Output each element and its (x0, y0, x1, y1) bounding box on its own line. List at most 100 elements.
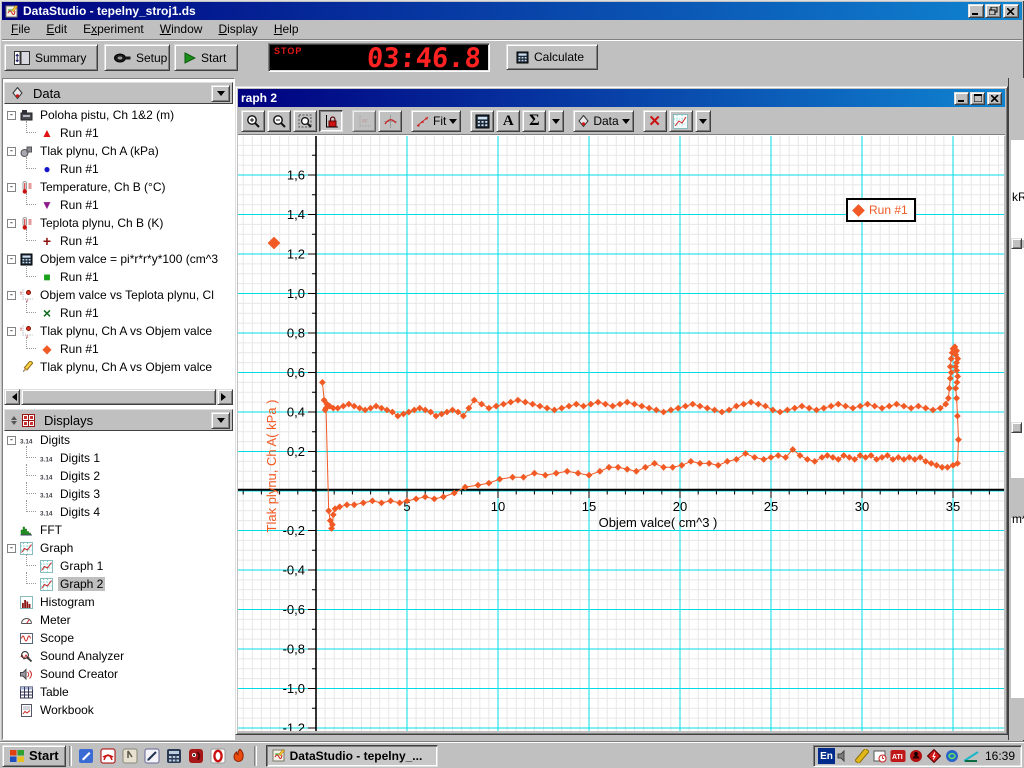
calculate-button[interactable]: Calculate (506, 44, 598, 70)
volume-tray-icon[interactable] (836, 748, 853, 765)
display-item[interactable]: - Graph (4, 539, 233, 557)
calculator-quicklaunch-icon[interactable] (164, 746, 184, 766)
zoom-in-button[interactable] (241, 110, 265, 132)
graph-window-title-bar[interactable]: raph 2 (238, 89, 1005, 107)
smart-tool-button[interactable] (378, 110, 402, 132)
tree-expander[interactable]: - (7, 147, 16, 156)
menu-edit[interactable]: Edit (38, 20, 75, 39)
data-source-item[interactable]: - Temperature, Ch B (°C) (4, 178, 233, 196)
tree-expander[interactable]: - (7, 219, 16, 228)
ink-pen-quicklaunch-icon[interactable] (142, 746, 162, 766)
tree-run-item[interactable]: ▲ Run #1 (4, 124, 233, 142)
scale-lock-button[interactable] (319, 110, 343, 132)
display-item[interactable]: FFT (4, 521, 233, 539)
tree-expander[interactable]: - (7, 111, 16, 120)
display-item[interactable]: Sound Creator (4, 665, 233, 683)
start-button[interactable]: Start (174, 44, 238, 71)
chart-legend[interactable]: Run #1 (846, 198, 916, 222)
pointer-quicklaunch-icon[interactable] (120, 746, 140, 766)
scroll-left-button[interactable] (4, 389, 20, 405)
display-child-item[interactable]: 3.14 Digits 1 (4, 449, 233, 467)
statistics-dropdown-button[interactable] (548, 110, 564, 132)
tree-expander[interactable]: - (7, 436, 16, 445)
display-item[interactable]: Histogram (4, 593, 233, 611)
notes-quicklaunch-icon[interactable] (76, 746, 96, 766)
display-item[interactable]: Sound Analyzer (4, 647, 233, 665)
data-panel-header[interactable]: Data (4, 82, 233, 104)
display-item[interactable]: Table (4, 683, 233, 701)
resize-spinner-icon[interactable] (11, 413, 17, 428)
setup-button[interactable]: Setup (104, 44, 170, 71)
zoom-out-button[interactable] (267, 110, 291, 132)
menu-help[interactable]: Help (266, 20, 307, 39)
settings-button[interactable] (669, 110, 693, 132)
menu-file[interactable]: File (3, 20, 38, 39)
tree-run-item[interactable]: ■ Run #1 (4, 268, 233, 286)
restore-button[interactable] (985, 4, 1001, 18)
ati-tray-icon[interactable]: ATI (890, 748, 907, 765)
displays-panel-dropdown-button[interactable] (211, 412, 230, 429)
guard-tray-icon[interactable] (908, 748, 925, 765)
display-child-item[interactable]: 3.14 Digits 2 (4, 467, 233, 485)
calculator-tool-button[interactable] (470, 110, 494, 132)
display-item[interactable]: Scope (4, 629, 233, 647)
tree-expander[interactable]: - (7, 255, 16, 264)
diamond-red-tray-icon[interactable] (926, 748, 943, 765)
display-item[interactable]: - 3.14 Digits (4, 431, 233, 449)
tree-run-item[interactable]: ◆ Run #1 (4, 340, 233, 358)
sync-tray-icon[interactable] (944, 748, 961, 765)
flame-quicklaunch-icon[interactable] (230, 746, 250, 766)
menu-experiment[interactable]: Experiment (75, 20, 152, 39)
data-source-item[interactable]: - Poloha pistu, Ch 1&2 (m) (4, 106, 233, 124)
dragon-quicklaunch-icon[interactable] (186, 746, 206, 766)
data-select-button[interactable]: Data (573, 110, 633, 132)
utility-yellow-tray-icon[interactable] (854, 748, 871, 765)
data-panel-dropdown-button[interactable] (211, 85, 230, 102)
data-source-item[interactable]: Tlak plynu, Ch A vs Objem valce (4, 358, 233, 376)
xy-tool-button[interactable]: xy (352, 110, 376, 132)
datastudio-task-button[interactable]: DataStudio - tepelny_... (266, 745, 438, 767)
fit-button[interactable]: Fit (411, 110, 461, 132)
display-item[interactable]: Meter (4, 611, 233, 629)
display-child-item[interactable]: 3.14 Digits 4 (4, 503, 233, 521)
display-item[interactable]: Workbook (4, 701, 233, 719)
delete-button[interactable]: ✕ (643, 110, 667, 132)
settings-dropdown-button[interactable] (695, 110, 711, 132)
display-child-item[interactable]: 3.14 Digits 3 (4, 485, 233, 503)
close-button[interactable] (1003, 4, 1019, 18)
acrobat-quicklaunch-icon[interactable] (98, 746, 118, 766)
data-source-item[interactable]: - Teplota plynu, Ch B (K) (4, 214, 233, 232)
displays-panel-header[interactable]: Displays (4, 409, 233, 431)
connection-tray-icon[interactable] (962, 748, 979, 765)
data-source-item[interactable]: - yx Tlak plynu, Ch A vs Objem valce (4, 322, 233, 340)
data-source-item[interactable]: - Tlak plynu, Ch A (kPa) (4, 142, 233, 160)
tree-expander[interactable]: - (7, 183, 16, 192)
scrollbar-thumb[interactable] (21, 389, 216, 405)
tree-run-item[interactable]: ▼ Run #1 (4, 196, 233, 214)
menu-display[interactable]: Display (210, 20, 265, 39)
graph-maximize-button[interactable] (970, 92, 985, 105)
tree-expander[interactable]: - (7, 327, 16, 336)
tree-expander[interactable]: - (7, 544, 16, 553)
data-source-item[interactable]: - Objem valce = pi*r*r*y*100 (cm^3 (4, 250, 233, 268)
start-menu-button[interactable]: Start (2, 745, 66, 767)
data-source-item[interactable]: - yx Objem valce vs Teplota plynu, Cl (4, 286, 233, 304)
language-indicator[interactable]: En (818, 748, 835, 764)
graph-close-button[interactable] (987, 92, 1002, 105)
scroll-right-button[interactable] (217, 389, 233, 405)
graph-minimize-button[interactable] (954, 92, 969, 105)
tree-run-item[interactable]: ● Run #1 (4, 160, 233, 178)
tree-run-item[interactable]: × Run #1 (4, 304, 233, 322)
scheduler-tray-icon[interactable] (872, 748, 889, 765)
menu-window[interactable]: Window (152, 20, 211, 39)
minimize-button[interactable] (968, 4, 984, 18)
chart-plot-area[interactable]: 51015202530351,61,41,21,00,80,60,40,2-0,… (238, 136, 1004, 731)
summary-button[interactable]: Summary (4, 44, 98, 71)
tree-expander[interactable]: - (7, 291, 16, 300)
opera-quicklaunch-icon[interactable] (208, 746, 228, 766)
tree-run-item[interactable]: + Run #1 (4, 232, 233, 250)
display-child-item[interactable]: Graph 1 (4, 557, 233, 575)
statistics-button[interactable]: Σ (522, 110, 546, 132)
display-child-item[interactable]: Graph 2 (4, 575, 233, 593)
zoom-select-button[interactable] (293, 110, 317, 132)
